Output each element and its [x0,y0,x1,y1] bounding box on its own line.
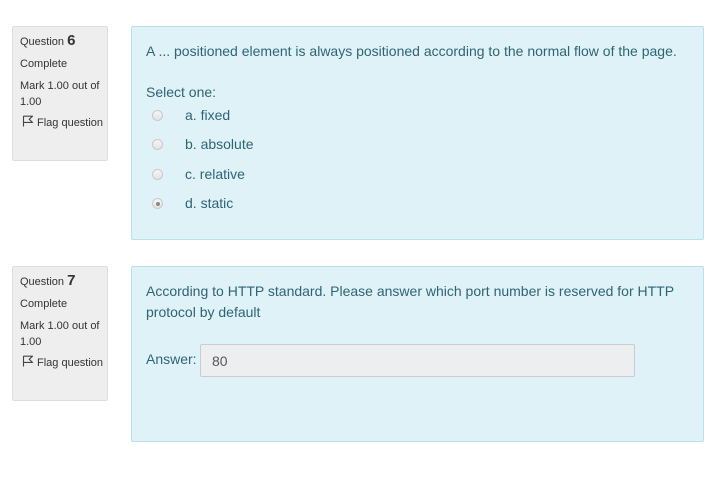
select-one-prompt: Select one: [146,84,217,100]
question-info-panel: Question 7 Complete Mark 1.00 out of 1.0… [12,266,108,401]
question-content: According to HTTP standard. Please answe… [131,266,704,442]
flag-icon [22,355,34,367]
question-number: 7 [67,272,76,289]
question-content: A ... positioned element is always posit… [131,26,704,240]
flag-question-link[interactable]: Flag question [20,115,107,131]
question-state: Complete [20,298,68,310]
flag-question-link[interactable]: Flag question [20,355,107,371]
option-b[interactable]: b. absolute [146,134,346,156]
flag-icon [22,115,34,127]
question-label: Question [20,36,65,48]
flag-label: Flag question [37,357,104,369]
option-c[interactable]: c. relative [146,164,346,186]
question-text: A ... positioned element is always posit… [146,43,677,59]
radio-button[interactable] [152,139,163,150]
radio-button[interactable] [152,110,163,121]
question-label: Question [20,276,65,288]
option-label: c. relative [185,166,245,182]
option-label: d. static [185,195,234,211]
flag-label: Flag question [37,117,104,129]
question-number-heading: Question 6 [20,33,107,50]
radio-button-checked[interactable] [152,198,163,209]
option-label: b. absolute [185,136,254,152]
question-number: 6 [67,32,76,49]
question-info-panel: Question 6 Complete Mark 1.00 out of 1.0… [12,26,108,161]
option-a[interactable]: a. fixed [146,105,346,127]
question-state: Complete [20,58,68,70]
question-number-heading: Question 7 [20,273,107,290]
answer-input[interactable] [200,344,635,377]
question-grade: Mark 1.00 out of 1.00 [20,320,100,348]
option-d[interactable]: d. static [146,193,346,215]
question-text: According to HTTP standard. Please answe… [146,283,674,320]
answer-label: Answer: [146,351,197,367]
question-grade: Mark 1.00 out of 1.00 [20,80,100,108]
radio-button[interactable] [152,169,163,180]
option-label: a. fixed [185,107,231,123]
